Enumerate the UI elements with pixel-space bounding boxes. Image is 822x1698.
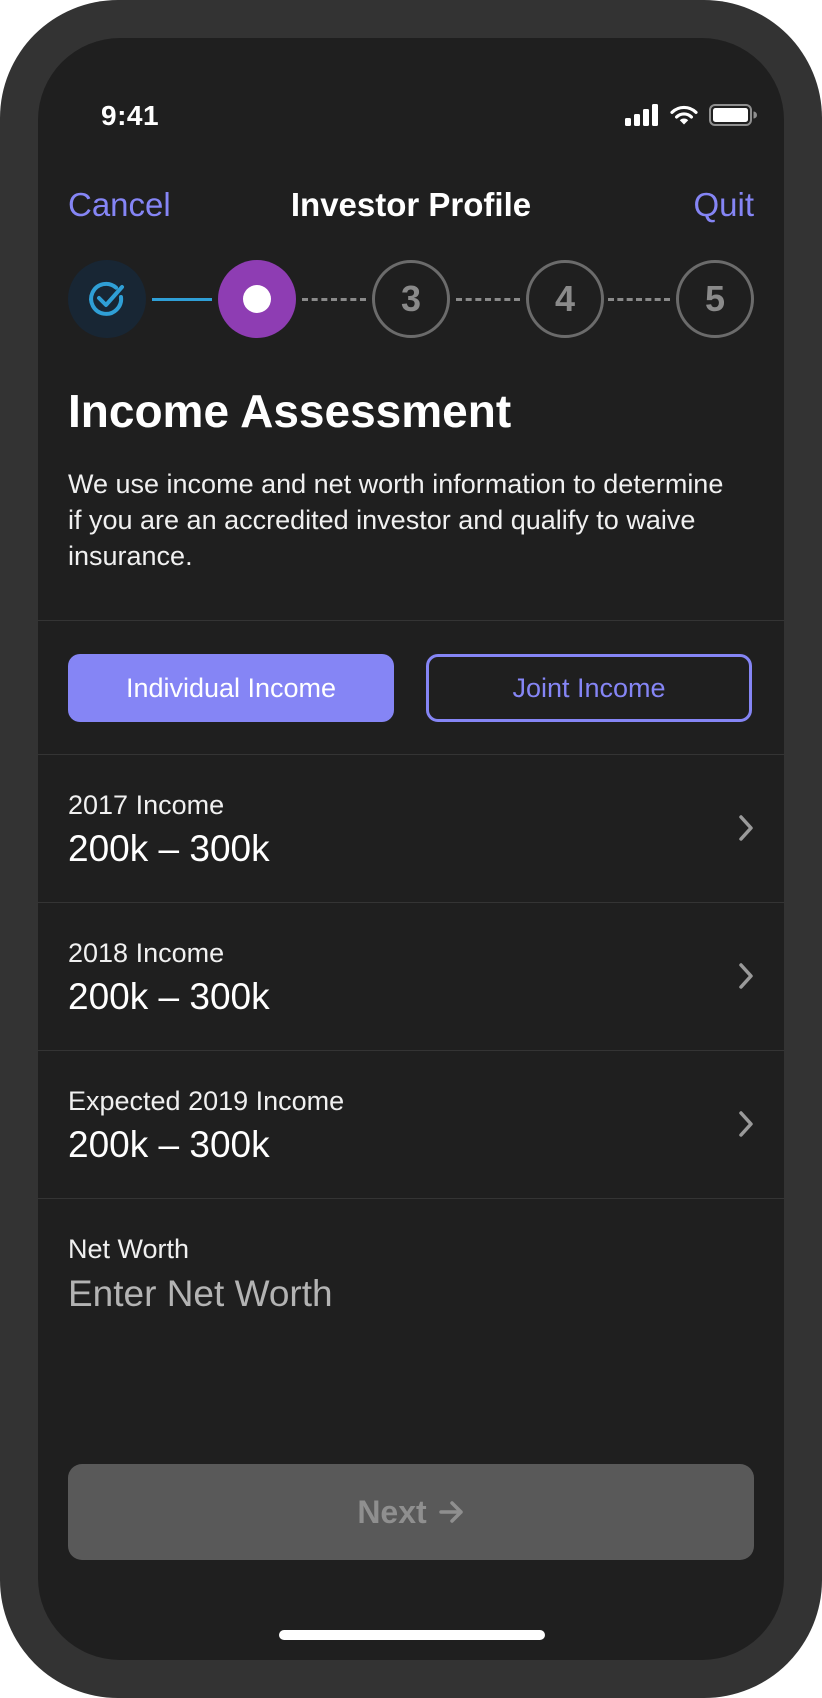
row-value: 200k – 300k [68, 1124, 270, 1165]
divider [38, 754, 784, 755]
home-indicator[interactable] [279, 1630, 545, 1640]
next-button[interactable]: Next [68, 1464, 754, 1560]
current-step-dot [243, 285, 271, 313]
arrow-right-icon [438, 1501, 463, 1523]
step-connector [456, 298, 520, 301]
step-3: 3 [372, 260, 450, 338]
chevron-right-icon [739, 963, 753, 989]
row-value: 200k – 300k [68, 828, 270, 869]
divider [38, 1198, 784, 1199]
progress-stepper: 3 4 5 [68, 260, 754, 338]
divider [38, 1050, 784, 1051]
row-value: 200k – 300k [68, 976, 270, 1017]
quit-button[interactable]: Quit [693, 186, 754, 224]
section-description: We use income and net worth information … [68, 469, 724, 571]
step-2-current [218, 260, 296, 338]
step-5: 5 [676, 260, 754, 338]
step-connector [608, 298, 670, 301]
divider [38, 620, 784, 621]
joint-income-button[interactable]: Joint Income [426, 654, 752, 722]
step-4: 4 [526, 260, 604, 338]
battery-icon [709, 104, 757, 126]
check-circle-icon [89, 281, 124, 316]
page-title: Investor Profile [290, 186, 532, 223]
income-row-2017[interactable]: 2017 Income 200k – 300k [38, 756, 784, 902]
row-label: 2018 Income [68, 938, 225, 968]
status-time: 9:41 [101, 100, 160, 131]
device-frame: 9:41 Cancel Investor Profile Quit 3 4 5 … [0, 0, 822, 1698]
section-heading: Income Assessment [68, 385, 512, 437]
step-connector [302, 298, 366, 301]
divider [38, 902, 784, 903]
cellular-signal-icon [625, 104, 658, 126]
income-row-2018[interactable]: 2018 Income 200k – 300k [38, 904, 784, 1050]
chevron-right-icon [739, 815, 753, 841]
row-label: Expected 2019 Income [68, 1086, 345, 1116]
step-connector [152, 298, 212, 301]
row-label: 2017 Income [68, 790, 225, 820]
net-worth-label: Net Worth [68, 1234, 190, 1264]
wifi-icon [670, 105, 698, 125]
step-1-completed [68, 260, 146, 338]
status-icons [625, 104, 757, 126]
app-screen: 9:41 Cancel Investor Profile Quit 3 4 5 … [38, 38, 784, 1660]
chevron-right-icon [739, 1111, 753, 1137]
next-button-label: Next [357, 1493, 427, 1530]
net-worth-input[interactable] [68, 1266, 748, 1322]
income-row-2019-expected[interactable]: Expected 2019 Income 200k – 300k [38, 1052, 784, 1198]
individual-income-button[interactable]: Individual Income [68, 654, 394, 722]
